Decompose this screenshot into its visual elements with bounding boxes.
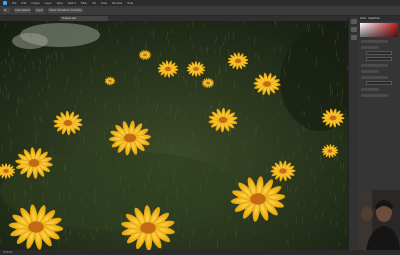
color-picker-field[interactable] — [360, 23, 398, 37]
menu-help[interactable]: Help — [127, 2, 133, 5]
menu-select[interactable]: Select — [68, 2, 76, 5]
photoshop-logo-icon[interactable] — [3, 1, 7, 5]
person-image — [358, 190, 400, 250]
menu-3d[interactable]: 3D — [92, 2, 96, 5]
status-bar: 33.33% — [0, 250, 400, 255]
history-icon[interactable] — [350, 19, 357, 24]
panel-row — [361, 64, 388, 67]
panel-row — [361, 70, 379, 73]
panel-input[interactable] — [366, 57, 392, 61]
menu-layer[interactable]: Layer — [45, 2, 52, 5]
menu-filter[interactable]: Filter — [81, 2, 87, 5]
menu-type[interactable]: Type — [57, 2, 63, 5]
tab-color[interactable]: Color — [360, 17, 366, 20]
right-panel: Color Swatches — [358, 16, 400, 190]
webcam-overlay — [358, 190, 400, 250]
move-tool-icon[interactable]: ✥ — [3, 8, 10, 13]
canvas-photo[interactable] — [0, 21, 348, 250]
panel-input[interactable] — [366, 51, 392, 55]
brush-icon[interactable] — [350, 35, 357, 40]
show-transform-controls-checkbox[interactable]: Show Transform Controls — [48, 8, 83, 13]
tab-swatches[interactable]: Swatches — [368, 17, 379, 20]
panel-row — [361, 46, 379, 49]
menu-view[interactable]: View — [101, 2, 107, 5]
menu-image[interactable]: Image — [31, 2, 39, 5]
panel-row — [361, 94, 388, 97]
panel-tabs: Color Swatches — [358, 16, 400, 21]
menu-window[interactable]: Window — [112, 2, 122, 5]
panel-row — [361, 88, 379, 91]
panel-row — [361, 76, 388, 79]
panel-row — [361, 40, 388, 43]
options-bar: ✥ Auto-Select Layer Show Transform Contr… — [0, 6, 400, 16]
panel-icon-strip — [348, 16, 358, 250]
menu-edit[interactable]: Edit — [21, 2, 26, 5]
auto-select-target-dropdown[interactable]: Layer — [35, 8, 45, 13]
zoom-level[interactable]: 33.33% — [3, 251, 12, 254]
properties-icon[interactable] — [350, 27, 357, 32]
panel-input[interactable] — [366, 81, 392, 85]
menu-file[interactable]: File — [12, 2, 16, 5]
auto-select-checkbox[interactable]: Auto-Select — [14, 8, 32, 13]
photo-image — [0, 21, 348, 250]
